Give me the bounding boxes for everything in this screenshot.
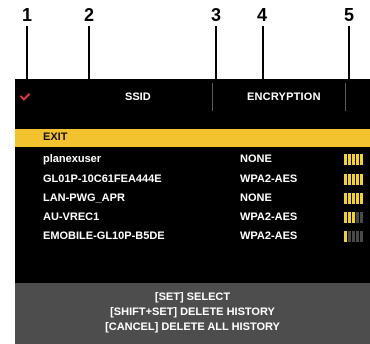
encryption-column-header: ENCRYPTION	[247, 91, 321, 103]
signal-strength-icon	[344, 212, 368, 223]
network-encryption: NONE	[240, 153, 272, 165]
signal-bar	[352, 154, 355, 165]
exit-label: EXIT	[43, 131, 68, 143]
callout-number-1: 1	[22, 5, 33, 25]
signal-bar	[352, 193, 355, 204]
network-row[interactable]: EMOBILE-GL10P-B5DE WPA2-AES	[15, 227, 370, 247]
signal-bar	[360, 193, 363, 204]
network-row[interactable]: AU-VREC1 WPA2-AES	[15, 208, 370, 228]
signal-bar	[352, 212, 355, 223]
wifi-history-screen: SSID ENCRYPTION EXIT planexuser NONE GL01P…	[15, 79, 370, 344]
signal-strength-icon	[344, 231, 368, 242]
signal-bar	[356, 154, 359, 165]
signal-bar	[344, 193, 347, 204]
signal-bar	[348, 231, 351, 242]
network-row[interactable]: planexuser NONE	[15, 150, 370, 170]
signal-bar	[360, 212, 363, 223]
check-icon	[19, 90, 31, 101]
network-encryption: WPA2-AES	[240, 211, 298, 223]
help-select: [SET] SELECT	[154, 291, 231, 303]
network-ssid: EMOBILE-GL10P-B5DE	[43, 230, 165, 242]
signal-bar	[352, 231, 355, 242]
network-ssid: LAN-PWG_APR	[43, 192, 125, 204]
network-row[interactable]: GL01P-10C61FEA444E WPA2-AES	[15, 170, 370, 190]
network-ssid: planexuser	[43, 153, 102, 165]
signal-bar	[356, 193, 359, 204]
signal-bar	[348, 212, 351, 223]
signal-bar	[360, 154, 363, 165]
network-encryption: WPA2-AES	[240, 230, 298, 242]
signal-bar	[356, 231, 359, 242]
signal-bar	[344, 231, 347, 242]
signal-bar	[356, 212, 359, 223]
callout-number-4: 4	[257, 5, 268, 25]
header-divider	[212, 83, 213, 111]
signal-bar	[360, 174, 363, 185]
list-header: SSID ENCRYPTION	[15, 79, 370, 115]
network-ssid: AU-VREC1	[43, 211, 100, 223]
signal-bar	[348, 193, 351, 204]
callout-number-2: 2	[84, 5, 95, 25]
signal-strength-icon	[344, 174, 368, 185]
signal-strength-icon	[344, 154, 368, 165]
signal-bar	[348, 154, 351, 165]
exit-item[interactable]: EXIT	[15, 129, 370, 147]
signal-bar	[360, 231, 363, 242]
signal-bar	[352, 174, 355, 185]
signal-bar	[356, 174, 359, 185]
network-row[interactable]: LAN-PWG_APR NONE	[15, 189, 370, 209]
help-delete-all-history: [CANCEL] DELETE ALL HISTORY	[105, 321, 280, 333]
help-footer: [SET] SELECT [SHIFT+SET] DELETE HISTORY …	[15, 283, 370, 344]
network-ssid: GL01P-10C61FEA444E	[43, 173, 162, 185]
signal-strength-icon	[344, 193, 368, 204]
help-delete-history: [SHIFT+SET] DELETE HISTORY	[110, 306, 275, 318]
signal-bar	[348, 174, 351, 185]
network-encryption: WPA2-AES	[240, 173, 298, 185]
signal-bar	[344, 174, 347, 185]
signal-bar	[344, 212, 347, 223]
ssid-column-header: SSID	[125, 91, 151, 103]
callout-number-3: 3	[211, 5, 222, 25]
callout-number-5: 5	[344, 5, 355, 25]
signal-bar	[344, 154, 347, 165]
network-encryption: NONE	[240, 192, 272, 204]
header-divider	[345, 83, 346, 111]
